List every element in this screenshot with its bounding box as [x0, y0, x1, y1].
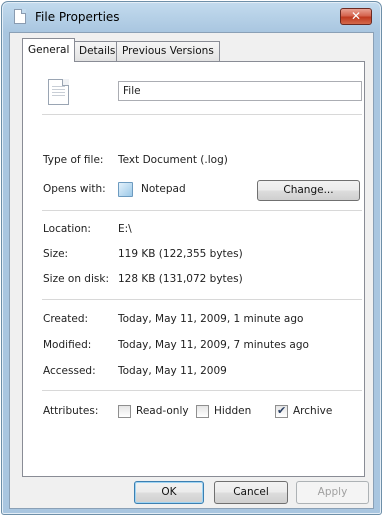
text-document-icon — [48, 79, 69, 105]
window-title: File Properties — [35, 10, 120, 24]
created-label: Created: — [43, 313, 89, 325]
type-of-file-value: Text Document (.log) — [118, 154, 228, 166]
separator — [42, 114, 362, 115]
apply-button[interactable]: Apply — [296, 481, 369, 504]
document-icon — [14, 9, 26, 24]
size-on-disk-value: 128 KB (131,072 bytes) — [118, 273, 243, 285]
archive-label[interactable]: Archive — [293, 405, 332, 418]
ok-button[interactable]: OK — [134, 481, 204, 504]
separator — [42, 299, 362, 300]
location-value: E:\ — [118, 223, 132, 235]
read-only-label[interactable]: Read-only — [136, 405, 189, 418]
size-value: 119 KB (122,355 bytes) — [118, 248, 243, 260]
general-tab-panel: File Type of file: Text Document (.log) … — [22, 61, 365, 477]
notepad-icon — [118, 182, 133, 197]
archive-checkbox[interactable] — [275, 404, 288, 418]
hidden-checkbox[interactable] — [196, 405, 209, 418]
title-bar[interactable]: File Properties ✕ — [2, 2, 381, 32]
size-label: Size: — [43, 248, 69, 260]
opens-with-label: Opens with: — [43, 183, 106, 195]
attributes-label: Attributes: — [43, 405, 99, 417]
tab-details[interactable]: Details — [73, 41, 122, 61]
accessed-label: Accessed: — [43, 365, 96, 377]
tab-general[interactable]: General — [22, 38, 76, 62]
opens-with-value: Notepad — [141, 183, 186, 195]
location-label: Location: — [43, 223, 91, 235]
close-button[interactable]: ✕ — [340, 8, 372, 25]
separator — [42, 390, 362, 391]
size-on-disk-label: Size on disk: — [43, 273, 109, 285]
read-only-checkbox[interactable] — [118, 405, 131, 418]
file-properties-window: File Properties ✕ General Details Previo… — [1, 1, 382, 515]
accessed-value: Today, May 11, 2009 — [118, 365, 227, 377]
tab-previous-versions[interactable]: Previous Versions — [116, 41, 220, 61]
created-value: Today, May 11, 2009, 1 minute ago — [118, 313, 304, 325]
type-of-file-label: Type of file: — [43, 154, 104, 166]
dialog-client-area: General Details Previous Versions File T… — [9, 32, 374, 509]
change-button[interactable]: Change... — [257, 180, 360, 201]
hidden-label[interactable]: Hidden — [214, 405, 251, 418]
cancel-button[interactable]: Cancel — [214, 481, 288, 504]
modified-value: Today, May 11, 2009, 7 minutes ago — [118, 339, 309, 351]
modified-label: Modified: — [43, 339, 92, 351]
separator — [42, 210, 362, 211]
file-name-field[interactable]: File — [118, 81, 362, 101]
